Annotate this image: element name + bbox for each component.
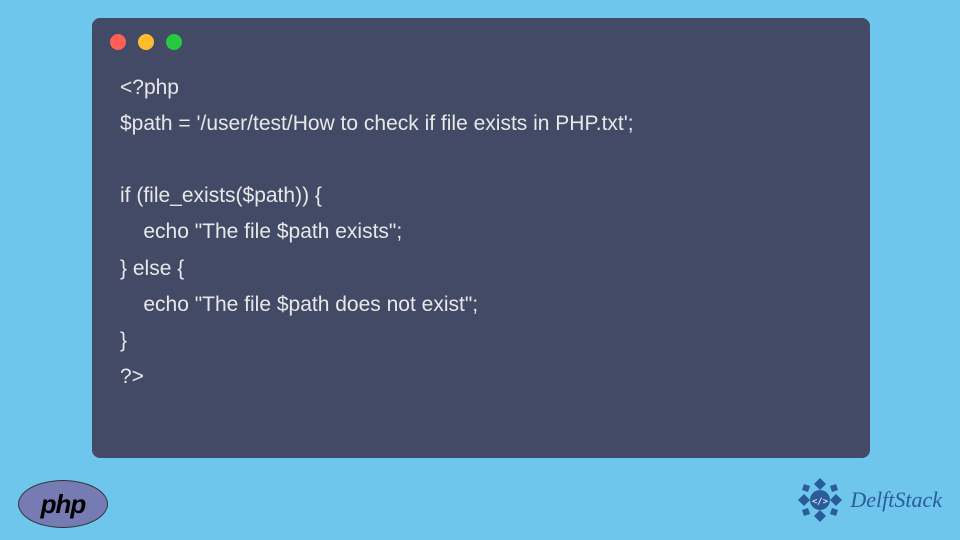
delftstack-logo: </> DelftStack <box>796 476 942 524</box>
code-window: <?php $path = '/user/test/How to check i… <box>92 18 870 458</box>
minimize-icon <box>138 34 154 50</box>
maximize-icon <box>166 34 182 50</box>
delftstack-icon: </> <box>796 476 844 524</box>
svg-text:</>: </> <box>812 497 829 507</box>
close-icon <box>110 34 126 50</box>
php-logo-text: php <box>41 489 86 520</box>
php-logo: php <box>18 480 108 528</box>
delftstack-text: DelftStack <box>850 487 942 513</box>
code-content: <?php $path = '/user/test/How to check i… <box>92 58 870 407</box>
window-controls <box>92 18 870 58</box>
